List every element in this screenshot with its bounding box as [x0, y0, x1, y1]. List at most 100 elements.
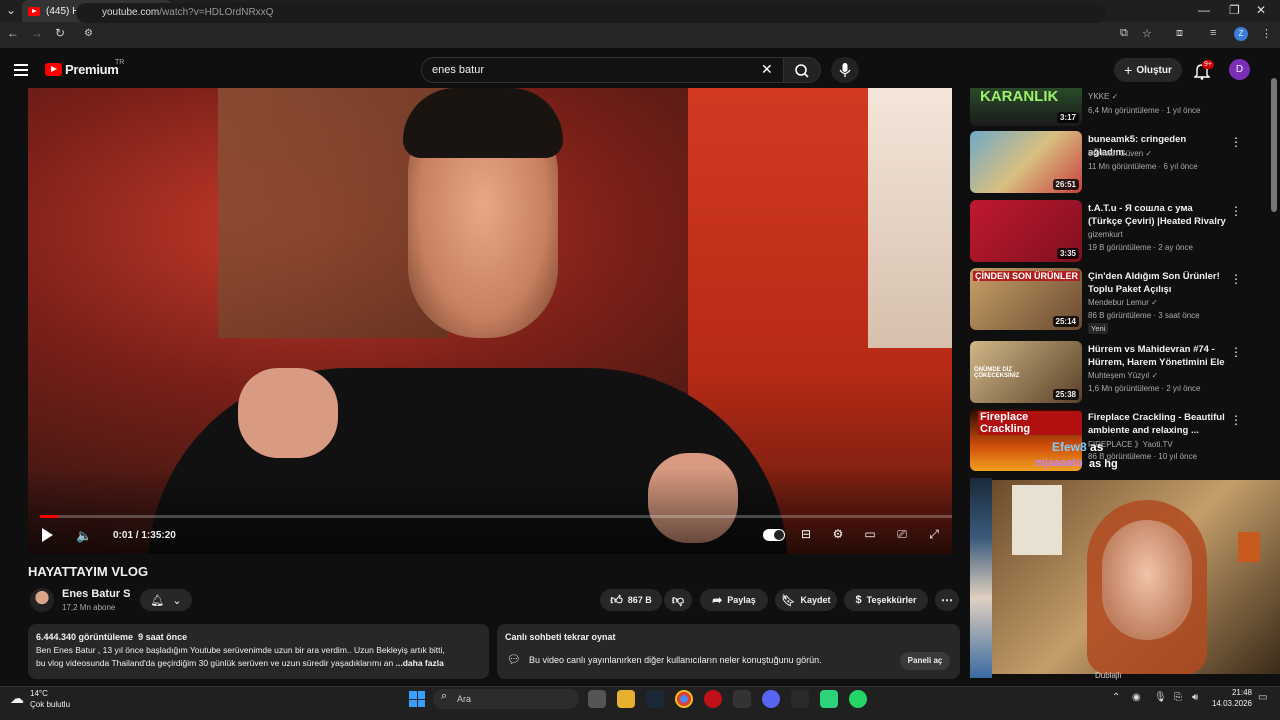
show-more-link[interactable]: ...daha fazla	[396, 658, 444, 668]
clock-time[interactable]: 21:48	[1226, 688, 1252, 697]
close-window-icon[interactable]: ✕	[1256, 3, 1266, 17]
file-explorer-icon[interactable]	[617, 690, 635, 708]
cast-icon[interactable]: ⎚	[893, 527, 911, 543]
site-info-icon[interactable]: ⚙	[84, 28, 93, 39]
weather-cloud-icon[interactable]: ☁	[10, 690, 24, 707]
webcam-streamer-face	[1102, 520, 1192, 640]
steam-icon[interactable]	[646, 690, 664, 708]
search-button[interactable]	[783, 57, 821, 83]
recommendation-item[interactable]: 26:51 buneamk5: cringeden ağladım. Berkc…	[970, 131, 1250, 195]
save-button[interactable]: 🔖︎ Kaydet	[775, 589, 837, 611]
bookmark-icon: 🔖︎	[781, 594, 796, 607]
settings-gear-icon[interactable]: ⚙	[829, 527, 847, 543]
more-vertical-icon[interactable]: ⋮	[1230, 204, 1242, 218]
search-input[interactable]: enes batur	[421, 57, 785, 83]
terminal-icon[interactable]	[733, 690, 751, 708]
subtitles-icon[interactable]: ⊟	[797, 527, 815, 543]
forward-icon[interactable]: →	[31, 26, 43, 40]
dislike-button[interactable]: 👎︎	[664, 589, 692, 611]
account-avatar[interactable]: D	[1229, 59, 1250, 80]
browser-profile-avatar[interactable]: Z	[1234, 27, 1248, 41]
save-label: Kaydet	[800, 595, 831, 605]
back-icon[interactable]: ←	[7, 26, 19, 40]
recommendation-title[interactable]: Hürrem vs Mahidevran #74 - Hürrem, Harem…	[1088, 343, 1226, 369]
miniplayer-icon[interactable]: ▭	[861, 527, 879, 543]
recommendation-thumbnail[interactable]: 3:35	[970, 200, 1082, 262]
more-vertical-icon[interactable]: ⋮	[1230, 413, 1242, 427]
thanks-button[interactable]: $ Teşekkürler	[844, 589, 928, 611]
network-icon[interactable]: ⎘	[1174, 692, 1182, 703]
open-panel-button[interactable]: Paneli aç	[900, 652, 950, 670]
task-view-icon[interactable]	[588, 690, 606, 708]
weather-description[interactable]: Çok bulutlu	[30, 700, 70, 709]
more-vertical-icon[interactable]: ⋮	[1230, 135, 1242, 149]
discord-icon[interactable]	[762, 690, 780, 708]
clear-search-icon[interactable]: ✕	[761, 61, 773, 78]
more-actions-button[interactable]: ⋯	[935, 589, 959, 611]
show-hidden-icons[interactable]: ⌃	[1112, 692, 1120, 703]
share-button[interactable]: ➦ Paylaş	[700, 589, 768, 611]
voice-search-button[interactable]	[831, 57, 859, 83]
subscription-bell-button[interactable]: 🔔︎ ⌄	[140, 589, 192, 611]
taskbar-search-field[interactable]: Ara	[433, 689, 579, 709]
recommendation-item[interactable]: KARANLIK 3:17 YKKE ✓ 6,4 Mn görüntüleme …	[970, 88, 1250, 128]
recommendation-thumbnail[interactable]: KARANLIK 3:17	[970, 88, 1082, 126]
reload-icon[interactable]: ↻	[55, 26, 65, 40]
description-box[interactable]: 6.444.340 görüntüleme 9 saat önce Ben En…	[28, 624, 489, 679]
recommendation-channel[interactable]: Muhteşem Yüzyıl ✓	[1088, 371, 1158, 380]
recommendation-channel[interactable]: gizemkurt	[1088, 230, 1123, 239]
play-button[interactable]	[42, 528, 53, 542]
chrome-icon[interactable]	[675, 690, 693, 708]
video-progress-bar[interactable]	[40, 515, 952, 518]
recommendation-thumbnail-partial[interactable]	[970, 478, 992, 678]
more-vertical-icon[interactable]: ⋮	[1230, 272, 1242, 286]
tray-mic-icon[interactable]: 🎙︎	[1154, 692, 1167, 703]
tab-list-icon[interactable]: ⌄	[6, 3, 16, 17]
recommendation-thumbnail[interactable]: 26:51	[970, 131, 1082, 193]
overlay-chat-user-1: Efew8	[1052, 440, 1087, 454]
weather-temperature[interactable]: 14°C	[30, 689, 48, 698]
extensions-icon[interactable]: ⧈	[1176, 27, 1183, 40]
youtube-premium-logo[interactable]: Premium TR	[45, 59, 124, 77]
browser-menu-icon[interactable]: ⋮	[1261, 27, 1272, 40]
bookmark-star-icon[interactable]: ☆	[1142, 27, 1152, 40]
recommendation-channel[interactable]: YKKE ✓	[1088, 92, 1118, 101]
clock-date[interactable]: 14.03.2026	[1210, 699, 1252, 708]
recommendation-item[interactable]: ÇİNDEN SON ÜRÜNLER 25:14 Çin'den Aldığım…	[970, 268, 1250, 336]
windows-start-icon[interactable]	[409, 691, 425, 707]
recommendation-title[interactable]: t.A.T.u - Я сошла с ума (Türkçe Çeviri) …	[1088, 202, 1226, 228]
app-icon-green[interactable]	[820, 690, 838, 708]
whatsapp-icon[interactable]	[849, 690, 867, 708]
channel-avatar[interactable]	[30, 588, 54, 612]
notification-center-icon[interactable]: ▭	[1258, 692, 1267, 703]
minimize-icon[interactable]: —	[1198, 3, 1210, 17]
recommendation-channel[interactable]: Berkcan Güven ✓	[1088, 149, 1152, 158]
autoplay-toggle[interactable]	[763, 529, 785, 541]
recommendation-title[interactable]: Fireplace Crackling - Beautiful ambiente…	[1088, 411, 1226, 437]
restore-icon[interactable]: ❐	[1229, 3, 1240, 17]
recommendation-item[interactable]: 3:35 t.A.T.u - Я сошла с ума (Türkçe Çev…	[970, 200, 1250, 264]
recommendation-title[interactable]: Çin'den Aldığım Son Ürünler! Toplu Paket…	[1088, 270, 1226, 296]
more-vertical-icon[interactable]: ⋮	[1230, 345, 1242, 359]
game-launcher-icon[interactable]	[704, 690, 722, 708]
video-player[interactable]	[28, 88, 952, 554]
tray-app-icon[interactable]: ◉	[1132, 692, 1141, 703]
microphone-icon	[839, 63, 851, 77]
page-scrollbar[interactable]	[1271, 78, 1277, 212]
volume-icon[interactable]: 🔈	[76, 528, 92, 544]
create-button[interactable]: + Oluştur	[1114, 58, 1182, 82]
video-duration: 26:51	[1052, 179, 1079, 190]
speaker-icon[interactable]: 🔊︎	[1192, 692, 1198, 703]
like-button[interactable]: 👍︎ 867 B	[600, 589, 662, 611]
recommendation-thumbnail[interactable]: ÇİNDEN SON ÜRÜNLER 25:14	[970, 268, 1082, 330]
fullscreen-icon[interactable]: ⤢	[925, 527, 943, 543]
media-icon[interactable]: ≡	[1210, 27, 1216, 39]
url-field[interactable]: youtube.com/watch?v=HDLOrdNRxxQ	[76, 3, 1106, 23]
channel-name[interactable]: Enes Batur S	[62, 588, 130, 600]
app-icon[interactable]	[791, 690, 809, 708]
recommendation-thumbnail[interactable]: ÖNÜMDE DİZ ÇÖKECEKSİNİZ 25:38	[970, 341, 1082, 403]
install-app-icon[interactable]: ⧉	[1120, 27, 1128, 40]
recommendation-item[interactable]: ÖNÜMDE DİZ ÇÖKECEKSİNİZ 25:38 Hürrem vs …	[970, 341, 1250, 405]
hamburger-menu-icon[interactable]	[14, 64, 28, 79]
recommendation-channel[interactable]: Mendebur Lemur ✓	[1088, 298, 1158, 307]
